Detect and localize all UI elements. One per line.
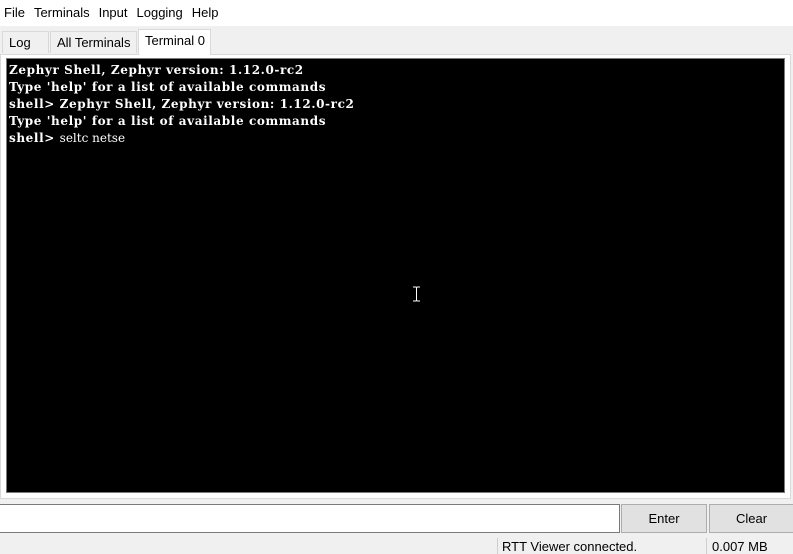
tab-terminal-0[interactable]: Terminal 0 — [138, 29, 211, 55]
menu-logging[interactable]: Logging — [133, 0, 188, 26]
status-bar: RTT Viewer connected. 0.007 MB — [0, 536, 793, 554]
terminal-line: shell> Zephyr Shell, Zephyr version: 1.1… — [9, 97, 355, 111]
data-size-readout: 0.007 MB — [712, 539, 768, 554]
tab-log[interactable]: Log — [2, 31, 49, 53]
terminal-output[interactable]: Zephyr Shell, Zephyr version: 1.12.0-rc2… — [6, 58, 785, 493]
menu-terminals[interactable]: Terminals — [30, 0, 95, 26]
tab-panel: Zephyr Shell, Zephyr version: 1.12.0-rc2… — [0, 54, 791, 499]
typed-command: seltc netse — [59, 131, 126, 145]
terminal-line: Type 'help' for a list of available comm… — [9, 114, 327, 128]
status-divider — [497, 538, 498, 554]
terminal-line: Type 'help' for a list of available comm… — [9, 80, 327, 94]
command-input[interactable] — [0, 504, 620, 533]
enter-button[interactable]: Enter — [621, 504, 707, 533]
shell-prompt: shell> — [9, 131, 60, 145]
menu-file[interactable]: File — [0, 0, 30, 26]
menu-help[interactable]: Help — [188, 0, 224, 26]
tab-all-terminals[interactable]: All Terminals — [50, 31, 137, 53]
connection-status: RTT Viewer connected. — [502, 539, 638, 554]
status-divider — [706, 538, 707, 554]
menu-input[interactable]: Input — [95, 0, 133, 26]
input-row: Enter Clear — [0, 503, 793, 534]
terminal-prompt-line: shell> seltc netse — [9, 130, 782, 147]
rtt-viewer-window: File Terminals Input Logging Help Log Al… — [0, 0, 793, 554]
tab-strip: Log All Terminals Terminal 0 — [0, 26, 793, 55]
menu-bar: File Terminals Input Logging Help — [0, 0, 793, 26]
terminal-line: Zephyr Shell, Zephyr version: 1.12.0-rc2 — [9, 63, 304, 77]
ibeam-cursor-icon — [413, 286, 420, 302]
clear-button[interactable]: Clear — [709, 504, 793, 533]
